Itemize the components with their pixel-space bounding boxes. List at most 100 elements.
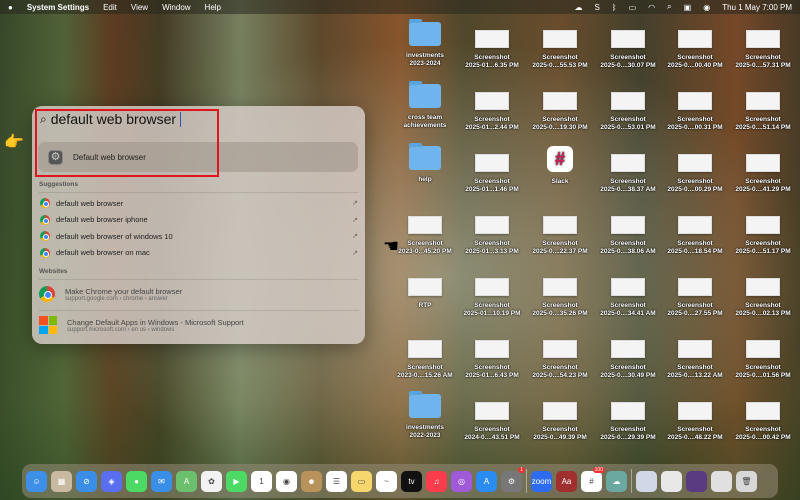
menu-window[interactable]: Window: [162, 3, 190, 12]
file-item[interactable]: Screenshot 2025-0....00.42 PM: [730, 394, 796, 442]
file-item[interactable]: Screenshot 2025-01...2.44 PM: [459, 84, 525, 132]
file-item[interactable]: Screenshot 2025-0....01.56 PM: [730, 332, 796, 380]
dictionary-icon[interactable]: Aa: [556, 470, 577, 492]
file-item[interactable]: RTP: [392, 270, 458, 310]
file-item[interactable]: Screenshot 2023-0...45.20 PM: [392, 208, 458, 256]
clock[interactable]: Thu 1 May 7:00 PM: [722, 3, 792, 12]
file-item[interactable]: Screenshot 2025-0....18.54 PM: [662, 208, 728, 256]
messages-icon[interactable]: ●: [126, 470, 147, 492]
safari-icon[interactable]: ⊘: [76, 470, 97, 492]
launchpad-icon[interactable]: ▦: [51, 470, 72, 492]
menu-help[interactable]: Help: [205, 3, 221, 12]
file-item[interactable]: Screenshot 2025-0....55.53 PM: [527, 22, 593, 70]
contacts-icon[interactable]: ☻: [301, 470, 322, 492]
file-item[interactable]: Screenshot 2025-0....22.37 PM: [527, 208, 593, 256]
reminders-icon[interactable]: ☰: [326, 470, 347, 492]
window-4-icon[interactable]: [711, 470, 732, 492]
file-item[interactable]: Screenshot 2025-0....30.07 PM: [595, 22, 661, 70]
battery-icon[interactable]: ▭: [629, 3, 637, 12]
suggestion-item[interactable]: default web browser of windows 10 ↗: [40, 229, 358, 243]
system-settings-icon[interactable]: ⚙ 1: [501, 466, 525, 492]
music-icon[interactable]: ♫: [426, 470, 447, 492]
folder-item[interactable]: investments 2023-2024: [392, 19, 458, 68]
freeform-icon[interactable]: ~: [376, 470, 397, 492]
folder-item[interactable]: investments 2022-2023: [392, 391, 458, 440]
file-item[interactable]: Screenshot 2025-01...3.13 PM: [459, 208, 525, 256]
podcasts-icon[interactable]: ◎: [451, 470, 472, 492]
chrome-icon: [40, 247, 50, 258]
menu-app-name[interactable]: System Settings: [27, 3, 89, 12]
window-1-icon[interactable]: [636, 470, 657, 492]
file-item[interactable]: Screenshot 2025-0....00.29 PM: [662, 146, 728, 194]
screenshot-thumbnail-icon: [475, 278, 509, 296]
spotlight-search-field[interactable]: ⌕ default web browser: [40, 111, 182, 127]
file-item[interactable]: Screenshot 2025-0....41.29 PM: [730, 146, 796, 194]
system-settings-icon: ⚙: [48, 149, 63, 165]
file-item[interactable]: Screenshot 2025-0....29.39 PM: [595, 394, 661, 442]
file-item[interactable]: Screenshot 2025-0....19.30 PM: [527, 84, 593, 132]
suggestion-item[interactable]: default web browser on mac ↗: [40, 246, 358, 260]
zoom-icon[interactable]: zoom: [531, 470, 552, 492]
file-item[interactable]: Screenshot 2025-0....38.06 AM: [595, 208, 661, 256]
bluetooth-icon[interactable]: ᛒ: [612, 3, 617, 12]
s-icon[interactable]: S: [594, 3, 599, 12]
app-store-icon[interactable]: A: [476, 470, 497, 492]
slack-icon[interactable]: #100: [581, 466, 605, 492]
file-item[interactable]: Screenshot 2025-01...10.19 PM: [459, 270, 525, 318]
dock-glyph: #: [589, 476, 594, 486]
file-item[interactable]: Screenshot 2023-0....15.26 AM: [392, 332, 458, 380]
file-item[interactable]: Screenshot 2025-0...49.39 PM: [527, 394, 593, 442]
copilot-icon[interactable]: ◈: [101, 470, 122, 492]
window-3-icon[interactable]: [686, 470, 707, 492]
notes-icon[interactable]: ▭: [351, 470, 372, 492]
window-2-icon[interactable]: [661, 470, 682, 492]
mail-icon[interactable]: ✉: [151, 470, 172, 492]
item-name: Slack: [551, 178, 569, 185]
suggestion-item[interactable]: default web browser ↗: [40, 196, 358, 210]
menu-edit[interactable]: Edit: [103, 3, 117, 12]
photos-icon[interactable]: ✿: [201, 470, 222, 492]
file-item[interactable]: Screenshot 2025-0....57.31 PM: [730, 22, 796, 70]
wifi-icon[interactable]: ◠: [648, 3, 655, 12]
file-item[interactable]: Screenshot 2025-0....00.40 PM: [662, 22, 728, 70]
maps-icon[interactable]: A: [176, 470, 197, 492]
calendar-icon[interactable]: 1: [251, 470, 272, 492]
finder-icon[interactable]: ☺: [26, 470, 47, 492]
file-item[interactable]: Screenshot 2025-01...6.35 PM: [459, 22, 525, 70]
chrome-icon[interactable]: ◉: [276, 470, 297, 492]
file-item[interactable]: Screenshot 2025-0....27.55 PM: [662, 270, 728, 318]
file-item[interactable]: Screenshot 2025-0....38.37 AM: [595, 146, 661, 194]
file-item[interactable]: Screenshot 2025-0....13.22 AM: [662, 332, 728, 380]
search-query[interactable]: default web browser: [51, 111, 176, 127]
website-result[interactable]: Make Chrome your default browser support.…: [39, 286, 182, 302]
facetime-icon[interactable]: ▶: [226, 470, 247, 492]
website-result[interactable]: Change Default Apps in Windows - Microso…: [39, 316, 244, 334]
file-item[interactable]: Screenshot 2025-0....34.41 AM: [595, 270, 661, 318]
file-item[interactable]: Screenshot 2025-0....48.22 PM: [662, 394, 728, 442]
top-hit-result[interactable]: ⚙ Default web browser: [38, 142, 358, 172]
tv-icon[interactable]: tv: [401, 470, 422, 492]
file-item[interactable]: Screenshot 2025-0....53.01 PM: [595, 84, 661, 132]
menu-view[interactable]: View: [131, 3, 148, 12]
file-item[interactable]: Screenshot 2025-0....51.17 PM: [730, 208, 796, 256]
apple-icon[interactable]: ●: [8, 3, 13, 12]
file-item[interactable]: Screenshot 2025-0....30.49 PM: [595, 332, 661, 380]
siri-icon[interactable]: ◉: [703, 3, 710, 12]
file-item[interactable]: Screenshot 2025-0....02.13 PM: [730, 270, 796, 318]
file-item[interactable]: Screenshot 2025-0....51.14 PM: [730, 84, 796, 132]
cloud-app-icon[interactable]: ☁: [606, 470, 627, 492]
folder-item[interactable]: help: [392, 143, 458, 184]
creative-cloud-icon[interactable]: ☁: [574, 3, 582, 12]
file-item[interactable]: Screenshot 2025-01...1.46 PM: [459, 146, 525, 194]
file-item[interactable]: Screenshot 2025-0....35.26 PM: [527, 270, 593, 318]
file-item[interactable]: Screenshot 2025-0....54.23 PM: [527, 332, 593, 380]
trash-icon[interactable]: 🗑: [736, 470, 757, 492]
file-item[interactable]: Screenshot 2024-0....43.51 PM: [459, 394, 525, 442]
file-item[interactable]: Screenshot 2025-01...6.43 PM: [459, 332, 525, 380]
control-center-icon[interactable]: ▣: [684, 3, 692, 12]
app-item[interactable]: # Slack: [527, 146, 593, 186]
folder-item[interactable]: cross team achievements: [392, 81, 458, 130]
suggestion-item[interactable]: default web browser iphone ↗: [40, 213, 358, 227]
search-icon[interactable]: ⌕: [667, 2, 671, 12]
file-item[interactable]: Screenshot 2025-0....00.31 PM: [662, 84, 728, 132]
